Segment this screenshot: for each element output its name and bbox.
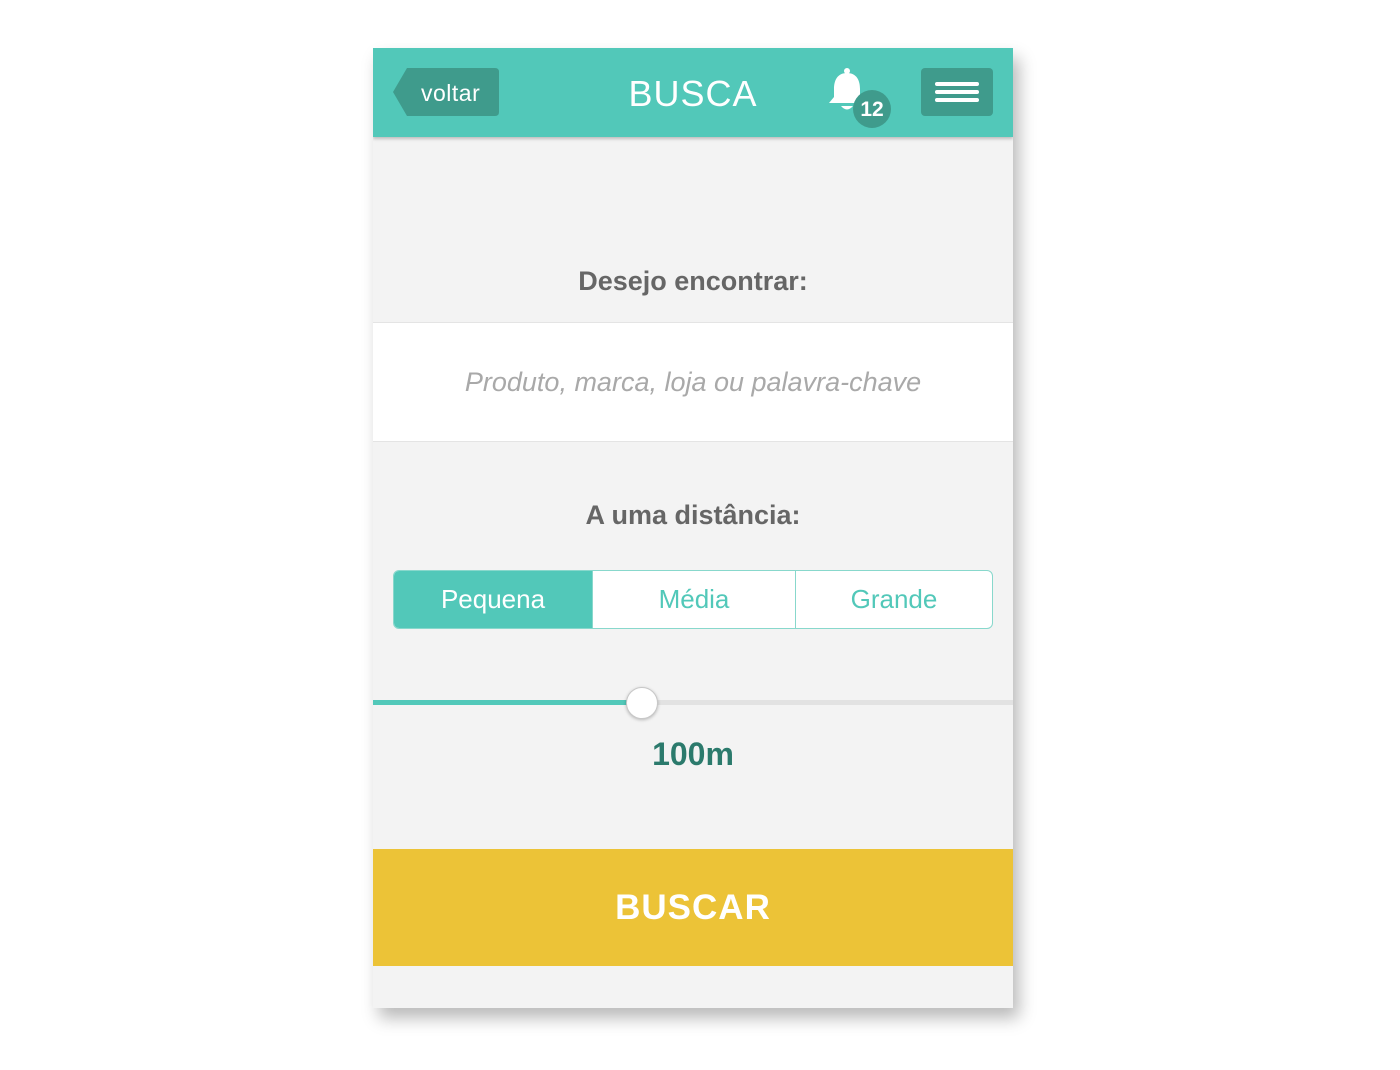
search-label: Desejo encontrar: bbox=[578, 266, 808, 296]
search-field-container bbox=[373, 322, 1013, 442]
search-submit-button[interactable]: BUSCAR bbox=[373, 849, 1013, 966]
distance-segmented-control: Pequena Média Grande bbox=[393, 570, 993, 629]
distance-value: 100m bbox=[652, 736, 734, 772]
slider-fill bbox=[373, 700, 642, 705]
segment-media[interactable]: Média bbox=[592, 571, 795, 628]
search-input[interactable] bbox=[373, 323, 1013, 441]
app-screen: voltar BUSCA 12 Desejo encontrar: A uma … bbox=[373, 48, 1013, 1008]
menu-button[interactable] bbox=[921, 68, 993, 116]
notifications-button[interactable]: 12 bbox=[825, 66, 895, 128]
back-button[interactable]: voltar bbox=[393, 68, 499, 116]
segment-grande[interactable]: Grande bbox=[795, 571, 992, 628]
slider-thumb[interactable] bbox=[626, 687, 658, 719]
distance-slider[interactable] bbox=[373, 678, 1013, 728]
back-button-label: voltar bbox=[421, 80, 481, 106]
distance-label: A uma distância: bbox=[585, 500, 801, 530]
top-bar: voltar BUSCA 12 bbox=[373, 48, 1013, 137]
notification-count-badge: 12 bbox=[853, 90, 891, 128]
segment-pequena[interactable]: Pequena bbox=[394, 571, 592, 628]
